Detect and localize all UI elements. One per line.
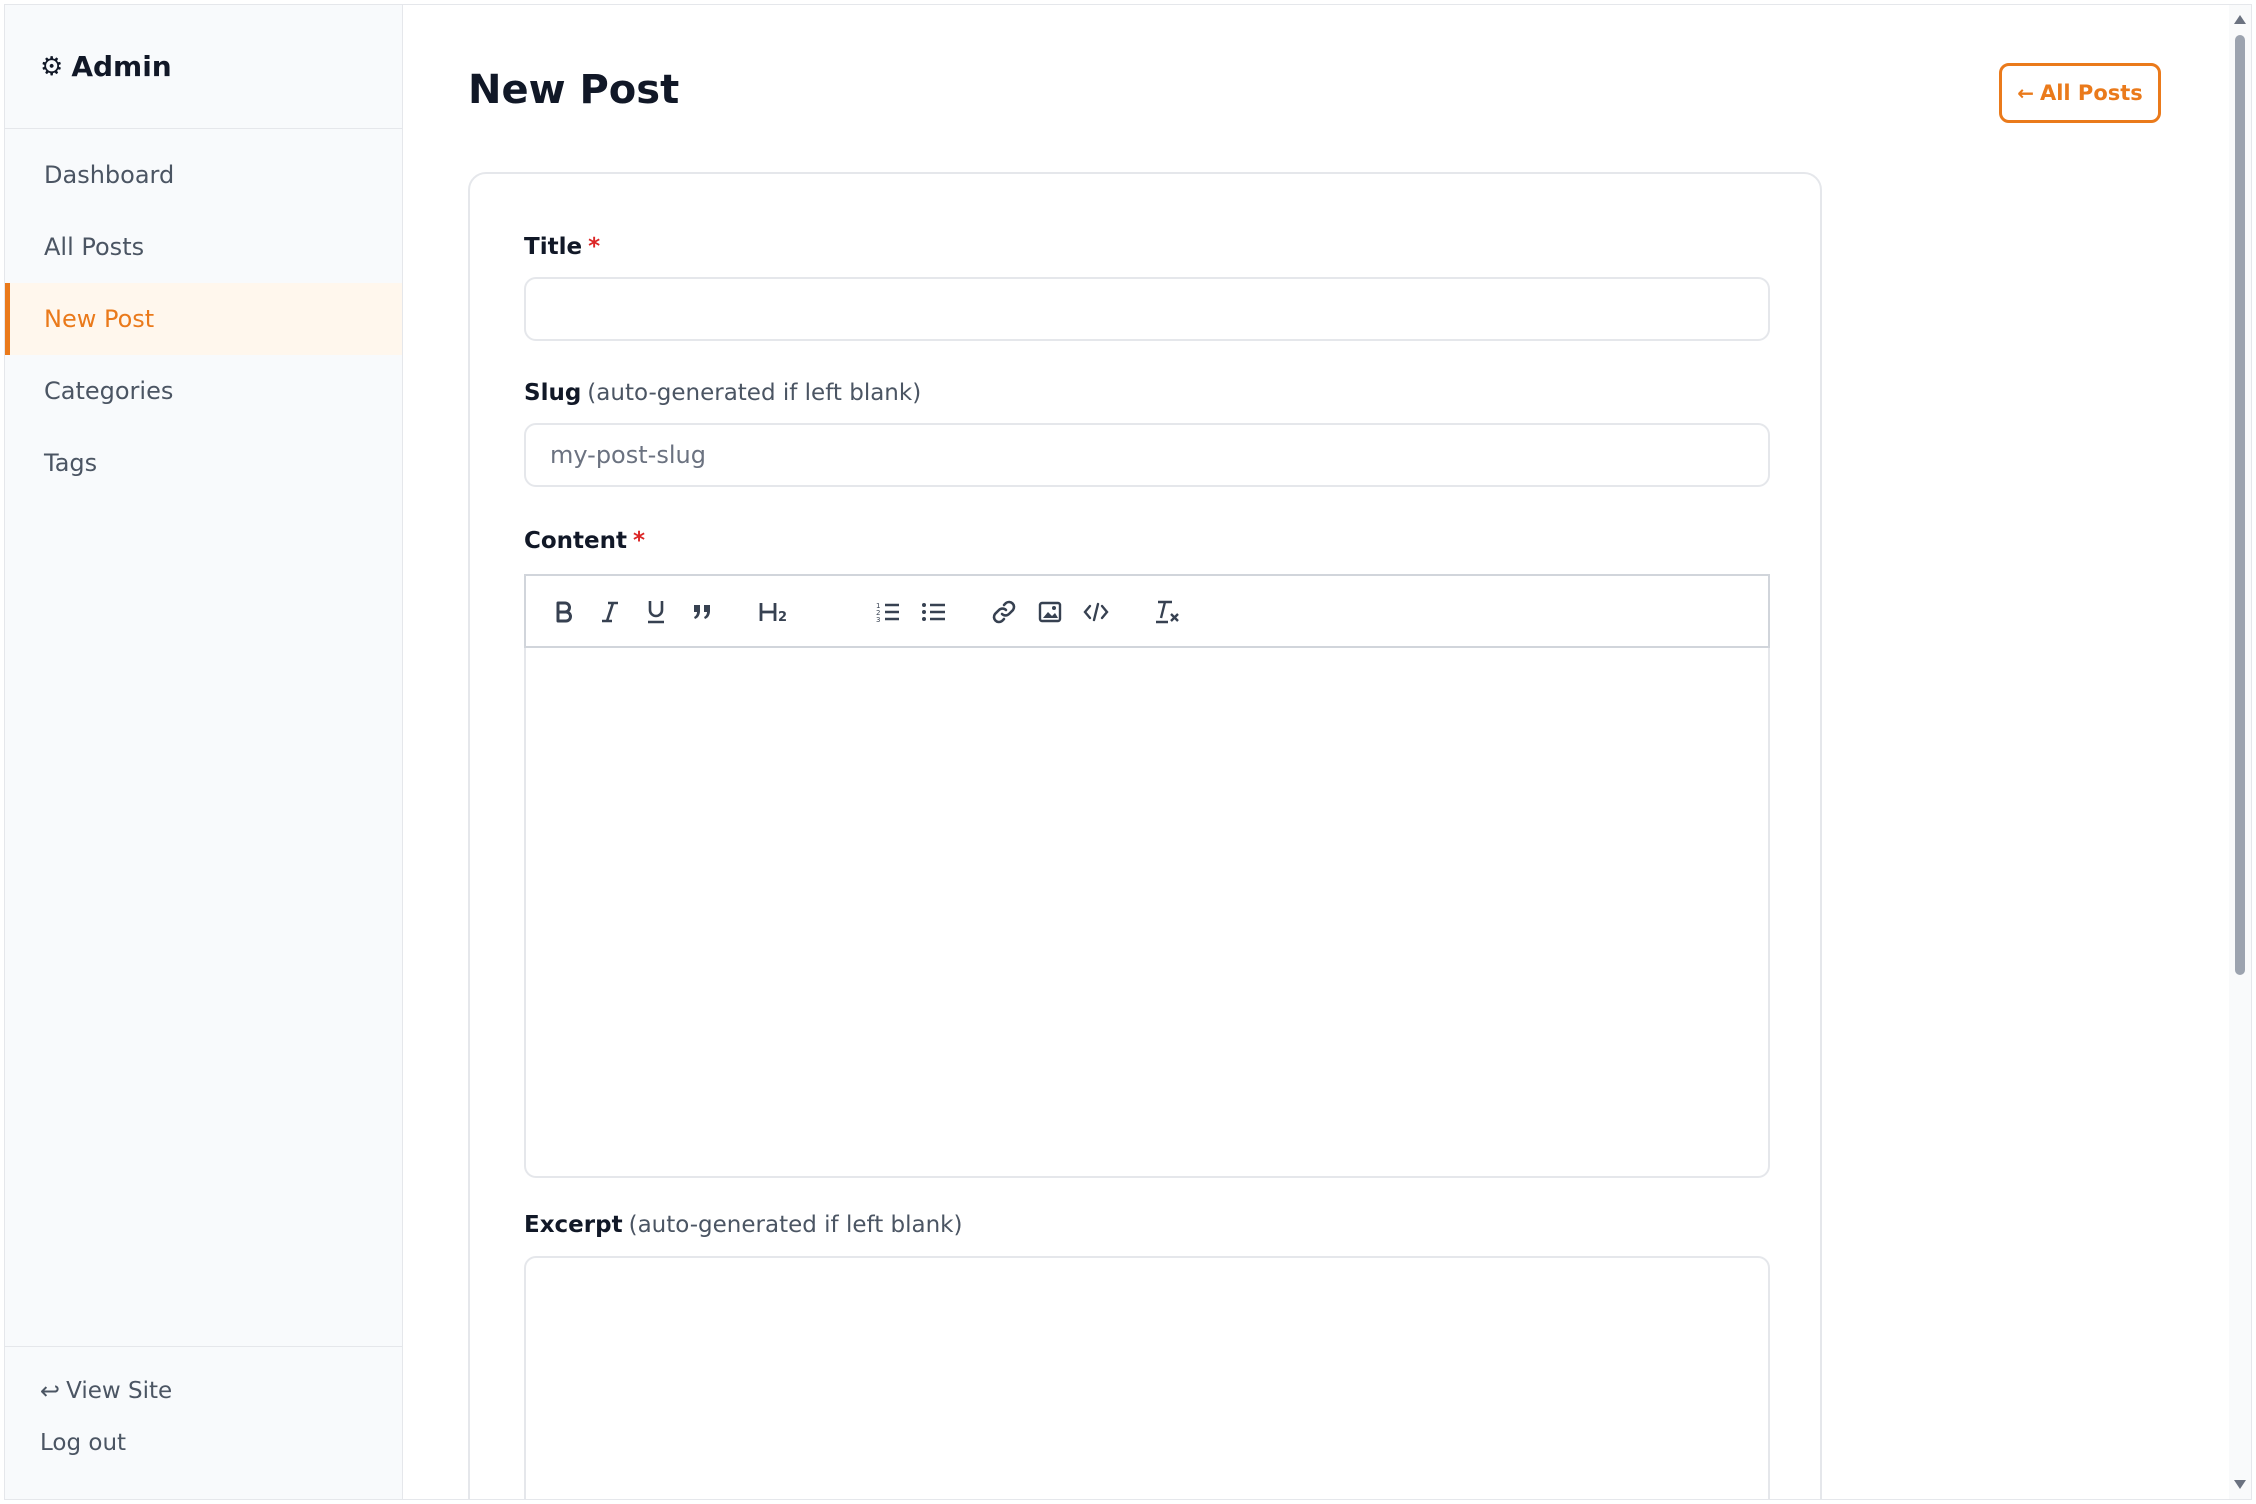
scrollbar[interactable] bbox=[2229, 5, 2251, 1499]
bold-icon[interactable] bbox=[546, 594, 582, 630]
all-posts-button-label: All Posts bbox=[2039, 81, 2143, 105]
svg-text:3: 3 bbox=[876, 616, 880, 624]
sidebar-item-all-posts[interactable]: All Posts bbox=[5, 211, 402, 283]
ordered-list-icon[interactable]: 123 bbox=[870, 594, 906, 630]
slug-label: Slug (auto-generated if left blank) bbox=[524, 380, 921, 406]
slug-input[interactable] bbox=[524, 423, 1770, 487]
content-label: Content * bbox=[524, 528, 645, 554]
post-form-card: Title * Slug (auto-generated if left blank… bbox=[468, 172, 1822, 1499]
scroll-thumb[interactable] bbox=[2235, 35, 2245, 975]
main-content: New Post ← All Posts Title * Slug (auto-ge… bbox=[402, 5, 2251, 1499]
return-arrow-icon: ↩ bbox=[40, 1377, 61, 1405]
slug-hint: (auto-generated if left blank) bbox=[587, 380, 922, 406]
sidebar-footer: ↩ View Site Log out bbox=[5, 1346, 402, 1499]
sidebar-item-dashboard[interactable]: Dashboard bbox=[5, 139, 402, 211]
logout-link[interactable]: Log out bbox=[40, 1425, 402, 1461]
sidebar-item-tags[interactable]: Tags bbox=[5, 427, 402, 499]
title-label: Title * bbox=[524, 234, 600, 260]
excerpt-label-text: Excerpt bbox=[524, 1212, 623, 1238]
excerpt-label: Excerpt (auto-generated if left blank) bbox=[524, 1212, 962, 1238]
brand[interactable]: ⚙ Admin bbox=[5, 5, 402, 129]
app-window: ⚙ Admin Dashboard All Posts New Post Cat… bbox=[4, 4, 2252, 1500]
arrow-left-icon: ← bbox=[2017, 81, 2034, 105]
slug-label-text: Slug bbox=[524, 380, 582, 406]
scroll-down-icon[interactable] bbox=[2234, 1480, 2246, 1489]
required-marker: * bbox=[588, 234, 601, 260]
content-label-text: Content bbox=[524, 528, 628, 554]
brand-label: Admin bbox=[71, 50, 172, 83]
heading2-icon[interactable]: 2 bbox=[752, 594, 798, 630]
clear-format-icon[interactable] bbox=[1150, 594, 1186, 630]
blockquote-icon[interactable] bbox=[684, 594, 720, 630]
excerpt-hint: (auto-generated if left blank) bbox=[628, 1212, 963, 1238]
content-editor[interactable] bbox=[524, 648, 1770, 1178]
excerpt-textarea[interactable] bbox=[524, 1256, 1770, 1499]
view-site-label: View Site bbox=[66, 1378, 173, 1404]
underline-icon[interactable] bbox=[638, 594, 674, 630]
sidebar-item-categories[interactable]: Categories bbox=[5, 355, 402, 427]
all-posts-button[interactable]: ← All Posts bbox=[1999, 63, 2161, 123]
image-icon[interactable] bbox=[1032, 594, 1068, 630]
sidebar: ⚙ Admin Dashboard All Posts New Post Cat… bbox=[5, 5, 403, 1499]
view-site-link[interactable]: ↩ View Site bbox=[40, 1373, 402, 1409]
editor-toolbar: 2 123 bbox=[524, 574, 1770, 648]
title-input[interactable] bbox=[524, 277, 1770, 341]
code-icon[interactable] bbox=[1078, 594, 1114, 630]
title-label-text: Title bbox=[524, 234, 583, 260]
page-title: New Post bbox=[468, 67, 680, 113]
sidebar-nav: Dashboard All Posts New Post Categories … bbox=[5, 129, 402, 499]
bullet-list-icon[interactable] bbox=[916, 594, 952, 630]
italic-icon[interactable] bbox=[592, 594, 628, 630]
link-icon[interactable] bbox=[986, 594, 1022, 630]
svg-text:2: 2 bbox=[778, 610, 787, 624]
sidebar-item-new-post[interactable]: New Post bbox=[5, 283, 402, 355]
scroll-up-icon[interactable] bbox=[2234, 15, 2246, 24]
required-marker: * bbox=[633, 528, 646, 554]
gear-icon: ⚙ bbox=[40, 51, 64, 82]
